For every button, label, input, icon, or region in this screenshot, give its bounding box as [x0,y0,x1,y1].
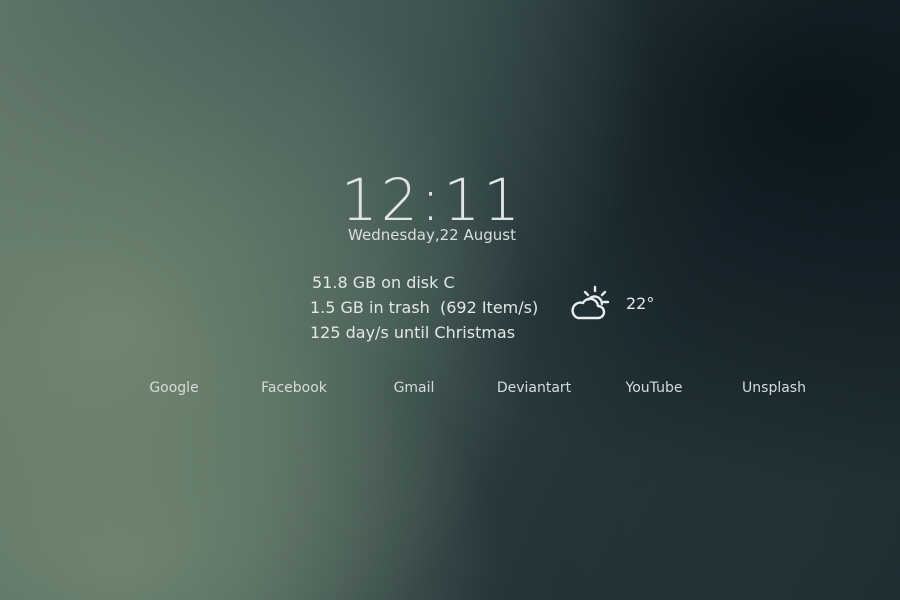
trash-usage-text: 1.5 GB in trash (692 Item/s) [310,298,539,317]
christmas-countdown-text: 125 day/s until Christmas [310,323,516,342]
disk-usage-text: 51.8 GB on disk C [312,273,455,292]
clock-date: Wednesday,22 August [348,226,516,244]
link-gmail[interactable]: Gmail [394,380,435,396]
system-info: 51.8 GB on disk C 1.5 GB in trash (692 I… [310,270,538,345]
temperature-text: 22° [626,293,655,313]
link-deviantart[interactable]: Deviantart [497,380,571,396]
weather-widget: 22° [568,284,654,322]
link-facebook[interactable]: Facebook [261,380,327,396]
clock-time: 12:11 [340,166,524,234]
partly-cloudy-icon [571,285,610,320]
link-google[interactable]: Google [149,380,198,396]
link-youtube[interactable]: YouTube [626,380,683,396]
link-unsplash[interactable]: Unsplash [742,380,806,396]
quick-links: Google Facebook Gmail Deviantart YouTube… [0,380,900,400]
